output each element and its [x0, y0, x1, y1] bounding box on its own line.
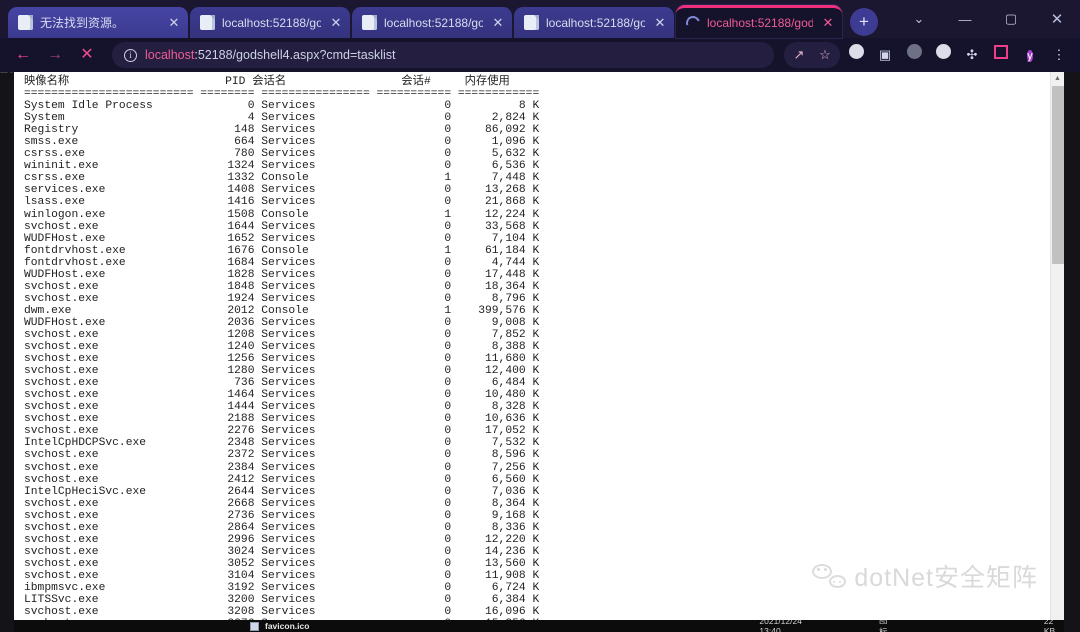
download-filetype: 图标 — [879, 620, 888, 632]
screenshot-camera-icon[interactable]: ▣ — [872, 42, 898, 68]
tab-label: 无法找到资源。 — [40, 16, 125, 30]
tab-search-chevron-icon[interactable]: ⌄ — [896, 11, 942, 27]
collections-square-icon[interactable] — [988, 42, 1014, 68]
stop-loading-icon[interactable]: ✕ — [72, 42, 102, 68]
tab-label: localhost:52188/godshe — [707, 16, 813, 30]
site-info-icon[interactable]: i — [124, 48, 137, 62]
page-icon — [362, 15, 377, 30]
tab-label: localhost:52188/godshe — [546, 15, 645, 30]
back-icon[interactable]: ← — [8, 42, 38, 68]
extension-vip-icon[interactable] — [901, 42, 927, 68]
download-shelf: favicon.ico 2021/12/24 13:40 图标 22 KB — [14, 620, 1064, 632]
close-icon[interactable]: ✕ — [490, 15, 506, 31]
scroll-up-icon[interactable]: ▲ — [1051, 72, 1064, 85]
browser-window: 无法找到资源。 ✕ localhost:52188/godshe ✕ local… — [0, 0, 1080, 632]
close-icon[interactable]: ✕ — [328, 15, 344, 31]
maximize-button[interactable]: ▢ — [988, 11, 1034, 27]
tab-4-active[interactable]: localhost:52188/godshe ✕ — [676, 5, 842, 38]
browser-toolbar: ← → ✕ i localhost:52188/godshell4.aspx?c… — [0, 38, 1080, 72]
file-icon — [250, 621, 259, 631]
url-path: :52188/godshell4.aspx?cmd=tasklist — [194, 48, 396, 62]
page-scrollbar[interactable]: ▲ — [1050, 72, 1064, 632]
address-bar[interactable]: i localhost:52188/godshell4.aspx?cmd=tas… — [112, 42, 774, 68]
close-icon[interactable]: ✕ — [820, 15, 836, 31]
tab-label: localhost:52188/godshe — [384, 15, 483, 30]
tab-strip: 无法找到资源。 ✕ localhost:52188/godshe ✕ local… — [0, 0, 1080, 38]
toolbar-actions: ↗ ☆ ▣ ✣ y ⋮ — [784, 42, 1072, 68]
scrollbar-thumb[interactable] — [1052, 86, 1064, 264]
tab-2[interactable]: localhost:52188/godshe ✕ — [352, 7, 512, 38]
tab-label: localhost:52188/godshe — [222, 15, 321, 30]
url-host: localhost — [145, 48, 195, 62]
new-tab-button[interactable]: + — [850, 8, 878, 36]
share-icon[interactable]: ↗ — [786, 42, 812, 68]
page-icon — [524, 15, 539, 30]
avatar[interactable]: y — [1017, 42, 1043, 68]
extensions-puzzle-icon[interactable]: ✣ — [959, 42, 985, 68]
tasklist-output: 映像名称 PID 会话名 会话# 内存使用 ==================… — [24, 76, 540, 630]
bookmark-star-icon[interactable]: ☆ — [812, 42, 838, 68]
tab-0[interactable]: 无法找到资源。 ✕ — [8, 7, 188, 38]
window-controls: ⌄ — ▢ ✕ — [896, 0, 1080, 38]
loading-spinner-icon — [683, 13, 703, 33]
extension-emoji-icon[interactable] — [930, 42, 956, 68]
download-date: 2021/12/24 13:40 — [759, 620, 802, 632]
extension-circle-icon[interactable] — [843, 42, 869, 68]
minimize-button[interactable]: — — [942, 12, 988, 27]
download-filesize: 22 KB — [1043, 620, 1056, 632]
tab-1[interactable]: localhost:52188/godshe ✕ — [190, 7, 350, 38]
page-viewport: 映像名称 PID 会话名 会话# 内存使用 ==================… — [14, 72, 1064, 632]
page-icon — [200, 15, 215, 30]
forward-icon[interactable]: → — [40, 42, 70, 68]
close-icon[interactable]: ✕ — [166, 15, 182, 31]
share-bookmark-pill: ↗ ☆ — [784, 42, 840, 68]
address-bar-text: localhost:52188/godshell4.aspx?cmd=taskl… — [145, 48, 396, 62]
close-window-button[interactable]: ✕ — [1034, 10, 1080, 28]
screen: 回收站 网络 此电脑 控制面板 文档 图片 音乐 视频 下载 无法找到资源。 ✕… — [0, 0, 1080, 632]
close-icon[interactable]: ✕ — [652, 15, 668, 31]
browser-menu-icon[interactable]: ⋮ — [1046, 42, 1072, 68]
tab-3[interactable]: localhost:52188/godshe ✕ — [514, 7, 674, 38]
page-icon — [18, 15, 33, 30]
download-filename[interactable]: favicon.ico — [265, 621, 309, 631]
